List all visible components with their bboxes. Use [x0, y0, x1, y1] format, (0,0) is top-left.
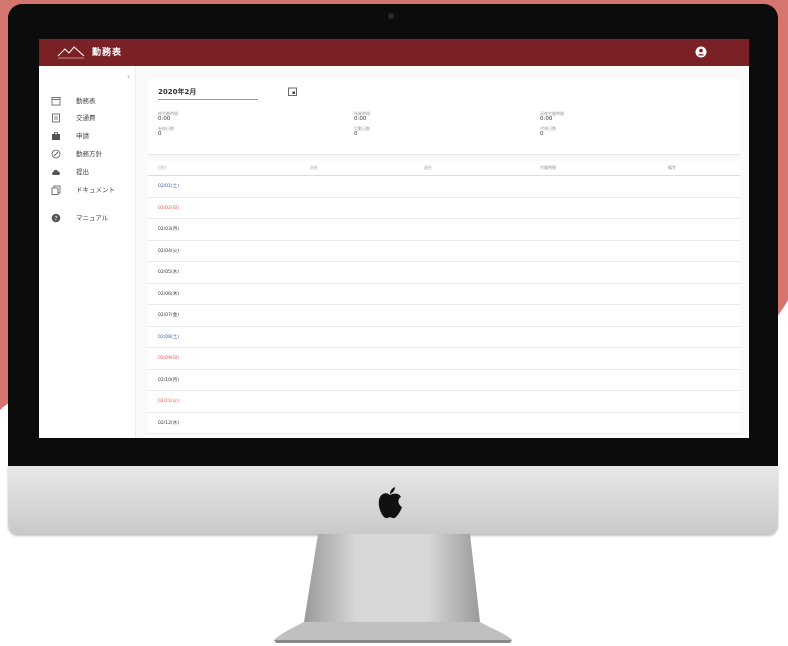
- apple-logo-icon: [378, 487, 402, 519]
- imac-stand: [274, 534, 512, 643]
- mountain-logo-icon[interactable]: [57, 45, 85, 59]
- row-date: 02/05(水): [158, 270, 179, 275]
- month-selector[interactable]: 2020年2月: [158, 87, 196, 97]
- compass-icon: [51, 149, 61, 159]
- briefcase-icon: [52, 132, 60, 140]
- row-date: 02/12(水): [158, 420, 179, 426]
- col-work-hours: 労働時間: [540, 165, 556, 170]
- sidebar-item-manual[interactable]: ? マニュアル: [51, 212, 135, 226]
- sidebar: ‹ 勤務表 交通費 申請 勤務方針 提出 ドキュメント ? マニュアル: [39, 66, 136, 438]
- row-date: 02/07(金): [158, 313, 179, 318]
- table-body: 02/01(土) 02/02(日) 02/03(月) 02/04(火) 02/05(水)…: [148, 176, 740, 434]
- stat-total-hours: 総労働時間 0:00: [158, 111, 178, 122]
- stat-overtime: 残業時間 0:00: [354, 111, 370, 122]
- table-row[interactable]: 02/03(月): [148, 219, 740, 241]
- sidebar-item-label: 勤務方針: [76, 150, 102, 158]
- table-row[interactable]: 02/09(日): [148, 348, 740, 370]
- main-content: 2020年2月 総労働時間 0:00 残業時間 0:00 深夜労働時間 0:00 有休…: [136, 66, 749, 438]
- row-date: 02/09(日): [158, 356, 179, 361]
- row-date: 02/01(土): [158, 184, 179, 189]
- table-header: 日付 出社 退社 労働時間 備考: [148, 161, 740, 176]
- camera-icon: [388, 13, 394, 19]
- table-row[interactable]: 02/08(土): [148, 326, 740, 348]
- calendar-picker-icon[interactable]: [288, 87, 297, 96]
- account-circle-icon[interactable]: [695, 46, 707, 58]
- calendar-icon: [51, 97, 61, 106]
- row-date: 02/02(日): [158, 205, 179, 211]
- table-row[interactable]: 02/04(火): [148, 240, 740, 262]
- row-date: 02/03(月): [158, 227, 179, 232]
- table-row[interactable]: 02/07(金): [148, 305, 740, 327]
- sidebar-item-label: 申請: [76, 132, 89, 140]
- cloud-upload-icon: [52, 169, 60, 175]
- stat-comp-leave: 代休日数 0: [540, 126, 556, 137]
- app-screen: 勤務表 ‹ 勤務表 交通費 申請 勤務方針 提出 ドキュメント ? マニュアル …: [39, 39, 749, 438]
- sidebar-item-transport[interactable]: 交通費: [51, 112, 135, 126]
- table-row[interactable]: 02/10(月): [148, 369, 740, 391]
- col-notes: 備考: [668, 165, 676, 170]
- stat-paid-leave: 有休日数 0: [158, 126, 174, 137]
- page-title: 勤務表: [92, 48, 123, 58]
- sidebar-item-attendance[interactable]: 勤務表: [51, 95, 135, 109]
- table-row[interactable]: 02/05(水): [148, 262, 740, 284]
- stat-night-hours: 深夜労働時間 0:00: [540, 111, 564, 122]
- sidebar-item-policy[interactable]: 勤務方針: [51, 148, 135, 162]
- sidebar-item-label: ドキュメント: [76, 186, 115, 194]
- sidebar-item-submit[interactable]: 提出: [51, 166, 135, 180]
- attendance-table: 日付 出社 退社 労働時間 備考 02/01(土) 02/02(日) 02/03(月…: [148, 161, 740, 434]
- svg-text:?: ?: [54, 215, 57, 222]
- col-clock-in: 出社: [310, 165, 318, 170]
- row-date: 02/04(火): [158, 248, 179, 254]
- help-icon: ?: [51, 213, 61, 223]
- col-clock-out: 退社: [424, 165, 432, 170]
- row-date: 02/06(木): [158, 291, 179, 297]
- sidebar-item-label: 交通費: [76, 114, 96, 122]
- sidebar-item-label: 提出: [76, 168, 89, 176]
- table-row[interactable]: 02/02(日): [148, 197, 740, 219]
- summary-card: 2020年2月 総労働時間 0:00 残業時間 0:00 深夜労働時間 0:00 有休…: [148, 79, 740, 155]
- sidebar-item-label: マニュアル: [76, 214, 109, 222]
- table-row[interactable]: 02/12(水): [148, 412, 740, 434]
- row-date: 02/11(火): [158, 399, 179, 404]
- sidebar-item-label: 勤務表: [76, 97, 96, 105]
- month-underline: [158, 99, 258, 100]
- documents-icon: [51, 185, 61, 195]
- row-date: 02/10(月): [158, 377, 179, 383]
- app-header: 勤務表: [39, 39, 749, 66]
- sidebar-item-documents[interactable]: ドキュメント: [51, 184, 135, 198]
- table-row[interactable]: 02/06(木): [148, 283, 740, 305]
- sidebar-item-request[interactable]: 申請: [51, 130, 135, 144]
- col-date: 日付: [158, 165, 166, 170]
- chevron-left-icon[interactable]: ‹: [127, 72, 130, 81]
- stat-absence: 欠勤日数 0: [354, 126, 370, 137]
- table-row[interactable]: 02/11(火): [148, 391, 740, 413]
- row-date: 02/08(土): [158, 334, 179, 340]
- table-row[interactable]: 02/01(土): [148, 176, 740, 198]
- receipt-icon: [52, 113, 60, 123]
